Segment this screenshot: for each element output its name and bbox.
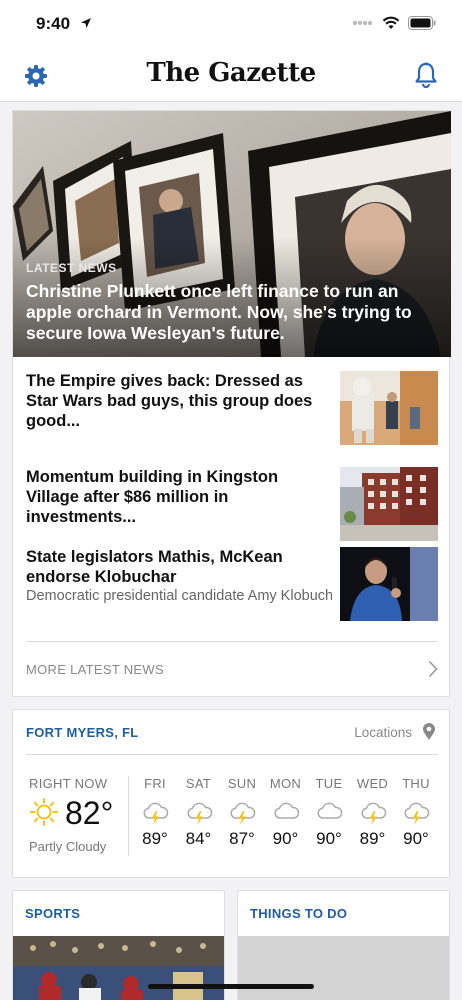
weather-divider: [128, 776, 129, 856]
status-bar: 9:40: [0, 0, 462, 50]
forecast-day-name: MON: [269, 776, 302, 791]
battery-icon: [408, 16, 436, 30]
weather-header: FORT MYERS, FL Locations: [26, 710, 438, 755]
thunderstorm-icon: [227, 798, 257, 826]
sports-image: [13, 936, 224, 1000]
forecast-day: TUE 90°: [307, 776, 351, 849]
wifi-icon: [382, 16, 400, 29]
forecast-day-name: WED: [356, 776, 389, 791]
list-item[interactable]: State legislators Mathis, McKean endorse…: [26, 547, 438, 627]
cloud-icon: [314, 798, 344, 826]
forecast-day-name: THU: [402, 776, 430, 791]
forecast-day: SAT 84°: [177, 776, 221, 849]
thunderstorm-icon: [358, 798, 388, 826]
weather-city: FORT MYERS, FL: [26, 725, 139, 740]
status-time: 9:40: [36, 14, 71, 33]
signal-icon: [352, 20, 373, 26]
forecast-day: THU 90°: [394, 776, 438, 849]
story-thumbnail: [340, 547, 438, 621]
things-to-do-title: THINGS TO DO: [250, 906, 348, 921]
things-to-do-image: [238, 936, 449, 1000]
forecast-day-temp: 89°: [359, 829, 386, 848]
app-header: The Gazette: [0, 50, 462, 102]
home-indicator[interactable]: [148, 984, 314, 989]
location-arrow-icon: [81, 18, 91, 28]
forecast-day: FRI 89°: [133, 776, 177, 849]
thunderstorm-icon: [184, 798, 214, 826]
story-headline: State legislators Mathis, McKean endorse…: [26, 548, 283, 586]
location-pin-icon[interactable]: [422, 723, 436, 741]
list-item[interactable]: Momentum building in Kingston Village af…: [26, 467, 438, 543]
forecast-day-temp: 90°: [316, 829, 342, 848]
latest-news-card: LATEST NEWS Christine Plunkett once left…: [12, 110, 451, 697]
app-logo: The Gazette: [146, 58, 316, 88]
current-condition: Partly Cloudy: [29, 839, 107, 854]
right-now-label: RIGHT NOW: [29, 776, 108, 791]
hero-story[interactable]: LATEST NEWS Christine Plunkett once left…: [13, 111, 451, 357]
cloud-icon: [271, 798, 301, 826]
forecast-day: MON 90°: [264, 776, 308, 849]
weather-card[interactable]: FORT MYERS, FL Locations RIGHT NOW 82° P…: [12, 709, 450, 878]
notifications-bell-icon[interactable]: [414, 62, 438, 88]
story-summary: Democratic presidential candidate Amy Kl…: [26, 588, 332, 604]
story-headline: Momentum building in Kingston Village af…: [26, 468, 279, 526]
forecast-day-name: SUN: [227, 776, 257, 791]
sports-title: SPORTS: [25, 906, 81, 921]
thunderstorm-icon: [140, 798, 170, 826]
hero-kicker: LATEST NEWS: [26, 261, 117, 275]
forecast-day-temp: 90°: [403, 829, 429, 848]
forecast-day-name: TUE: [315, 776, 343, 791]
story-thumbnail: [340, 371, 438, 445]
story-thumbnail: [340, 467, 438, 541]
more-latest-news-label: MORE LATEST NEWS: [26, 662, 164, 677]
more-latest-news-link[interactable]: MORE LATEST NEWS: [26, 641, 438, 697]
status-indicators: [352, 16, 436, 30]
current-temperature: 82°: [65, 795, 114, 831]
sun-icon: [30, 798, 58, 826]
forecast-day: SUN 87°: [220, 776, 264, 849]
forecast-day-temp: 84°: [185, 829, 212, 848]
forecast-day-temp: 89°: [142, 829, 168, 848]
forecast-day: WED 89°: [351, 776, 395, 849]
forecast-day-temp: 87°: [229, 829, 255, 848]
forecast-day-name: FRI: [144, 776, 166, 791]
story-headline: The Empire gives back: Dressed as Star W…: [26, 372, 313, 430]
locations-link[interactable]: Locations: [354, 725, 412, 740]
thunderstorm-icon: [401, 798, 431, 826]
chevron-right-icon: [428, 660, 438, 678]
forecast-day-temp: 90°: [272, 829, 299, 848]
hero-headline: Christine Plunkett once left finance to …: [26, 281, 412, 343]
forecast-day-name: SAT: [185, 776, 212, 791]
list-item[interactable]: The Empire gives back: Dressed as Star W…: [26, 371, 438, 447]
